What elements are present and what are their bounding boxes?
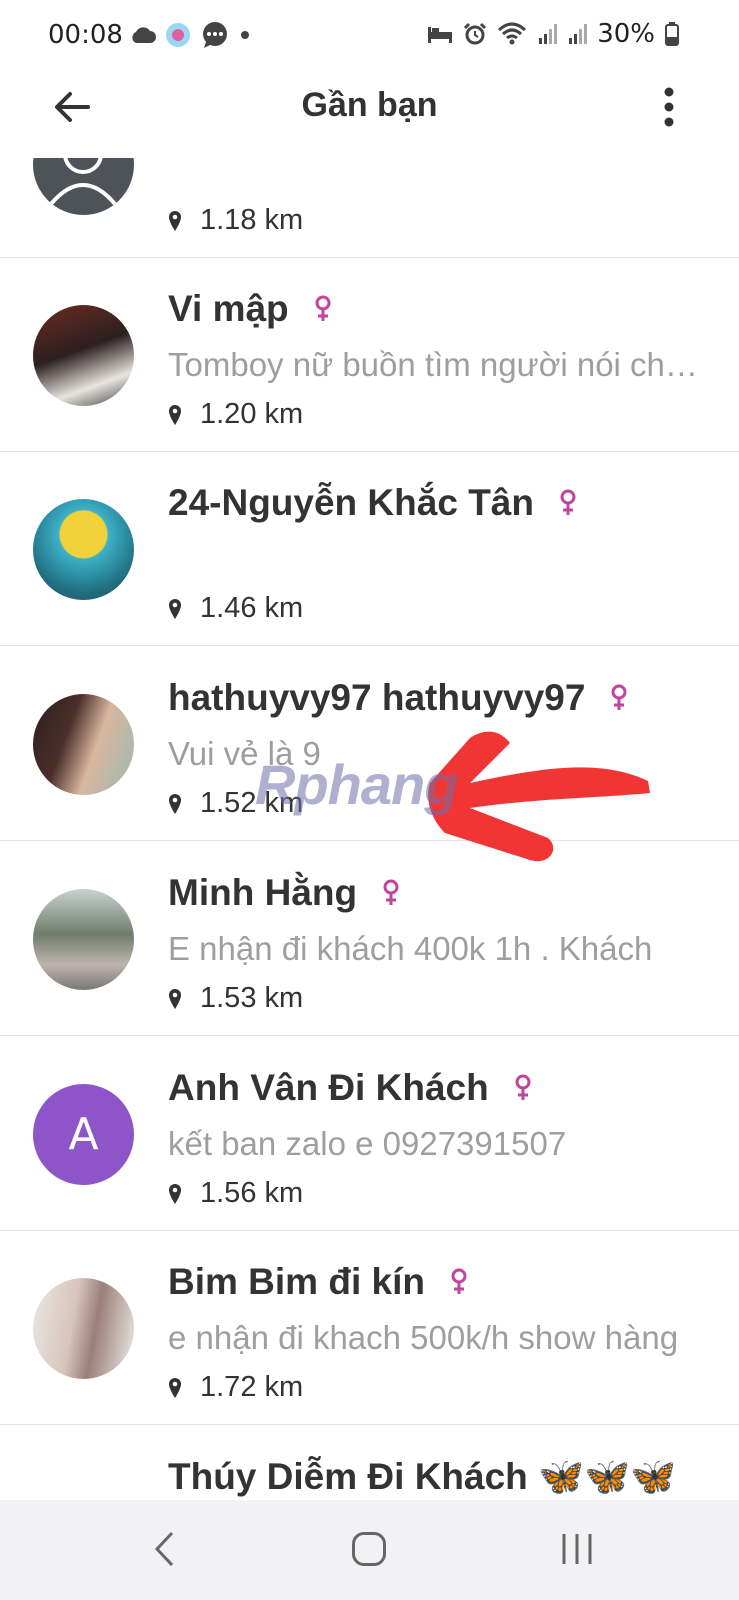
list-item[interactable]: Minh Hằng E nhận đi khách 400k 1h . Khác… [0, 842, 739, 1036]
female-icon [383, 879, 399, 905]
distance-row: 1.46 km [168, 592, 303, 625]
location-pin-icon [169, 793, 181, 814]
avatar [33, 694, 134, 795]
user-bio: e nhận đi khach 500k/h show hàng [168, 1319, 679, 1356]
name-row: hathuyvy97 hathuyvy97 [168, 677, 629, 719]
avatar [33, 158, 134, 215]
user-bio: Tomboy nữ buồn tìm người nói chuyện [168, 346, 708, 383]
name-row: Anh Vân Đi Khách [168, 1067, 533, 1109]
wifi-icon [498, 22, 527, 45]
back-icon[interactable] [152, 1530, 176, 1568]
system-nav-bar [0, 1500, 739, 1600]
alarm-icon [464, 22, 487, 45]
user-name: Bim Bim đi kín [168, 1261, 425, 1302]
recent-apps-icon[interactable] [560, 1532, 594, 1566]
avatar: A [33, 1084, 134, 1185]
nearby-user-list: 1.18 km Vi mập Tomboy nữ buồn tìm người … [0, 158, 739, 1500]
location-pin-icon [169, 1377, 181, 1398]
female-icon [451, 1268, 467, 1294]
status-left-icons [130, 20, 252, 50]
location-pin-icon [169, 210, 181, 231]
status-time: 00:08 [48, 20, 123, 50]
name-row: Bim Bim đi kín [168, 1261, 469, 1303]
distance: 1.56 km [200, 1177, 304, 1209]
dot-icon [241, 31, 249, 39]
name-row: Thúy Diễm Đi Khách 🦋🦋🦋 [168, 1456, 676, 1499]
user-name: 24-Nguyễn Khắc Tân [168, 482, 534, 523]
user-name: hathuyvy97 hathuyvy97 [168, 677, 586, 718]
location-pin-icon [169, 1183, 181, 1204]
app-notification-icon [166, 23, 190, 47]
signal-icon [569, 24, 588, 44]
location-pin-icon [169, 988, 181, 1009]
user-name: Thúy Diễm Đi Khách 🦋🦋🦋 [168, 1456, 677, 1497]
distance: 1.20 km [200, 398, 304, 430]
distance: 1.53 km [200, 982, 304, 1014]
female-icon [515, 1074, 531, 1100]
list-item[interactable]: 24-Nguyễn Khắc Tân 1.46 km [0, 452, 739, 646]
female-icon [560, 489, 576, 515]
page-title: Gần bạn [301, 86, 438, 124]
location-pin-icon [169, 404, 181, 425]
signal-icon [539, 24, 558, 44]
distance: 1.18 km [200, 204, 304, 236]
list-item[interactable]: 1.18 km [0, 158, 739, 258]
female-icon [315, 295, 331, 321]
location-pin-icon [169, 598, 181, 619]
home-icon[interactable] [352, 1532, 386, 1566]
app-bar: Gần bạn [0, 68, 739, 158]
bed-icon [428, 27, 453, 43]
avatar [33, 305, 134, 406]
list-item[interactable]: A Anh Vân Đi Khách kết ban zalo e 092739… [0, 1037, 739, 1231]
distance-row: 1.72 km [168, 1371, 303, 1404]
list-item[interactable]: Thúy Diễm Đi Khách 🦋🦋🦋 [0, 1426, 739, 1500]
list-item[interactable]: Vi mập Tomboy nữ buồn tìm người nói chuy… [0, 258, 739, 452]
distance: 1.46 km [200, 592, 304, 624]
female-icon [611, 684, 627, 710]
more-options-icon[interactable] [659, 86, 679, 128]
user-bio: kết ban zalo e 0927391507 [168, 1125, 567, 1162]
avatar-letter: A [68, 1109, 99, 1160]
distance-row: 1.53 km [168, 982, 303, 1015]
status-right-icons: 30% [427, 18, 679, 50]
battery-percent: 30% [597, 19, 655, 49]
chat-bubble-icon [203, 22, 227, 48]
list-item[interactable]: Bim Bim đi kín e nhận đi khach 500k/h sh… [0, 1231, 739, 1425]
user-bio: E nhận đi khách 400k 1h . Khách [168, 930, 653, 967]
user-name: Anh Vân Đi Khách [168, 1067, 489, 1108]
battery-icon [665, 22, 679, 46]
distance-row: 1.20 km [168, 398, 303, 431]
avatar [33, 1278, 134, 1379]
distance: 1.72 km [200, 1371, 304, 1403]
user-name: Minh Hằng [168, 872, 358, 913]
cloud-icon [132, 27, 156, 43]
avatar [33, 889, 134, 990]
status-bar: 00:08 30% [0, 0, 739, 68]
user-name: Vi mập [168, 288, 289, 329]
distance-row: 1.56 km [168, 1177, 303, 1210]
name-row: Minh Hằng [168, 872, 401, 914]
watermark: Rphang [255, 753, 458, 816]
avatar [33, 499, 134, 600]
distance-row: 1.18 km [168, 204, 303, 237]
name-row: Vi mập [168, 288, 333, 330]
name-row: 24-Nguyễn Khắc Tân [168, 482, 578, 524]
